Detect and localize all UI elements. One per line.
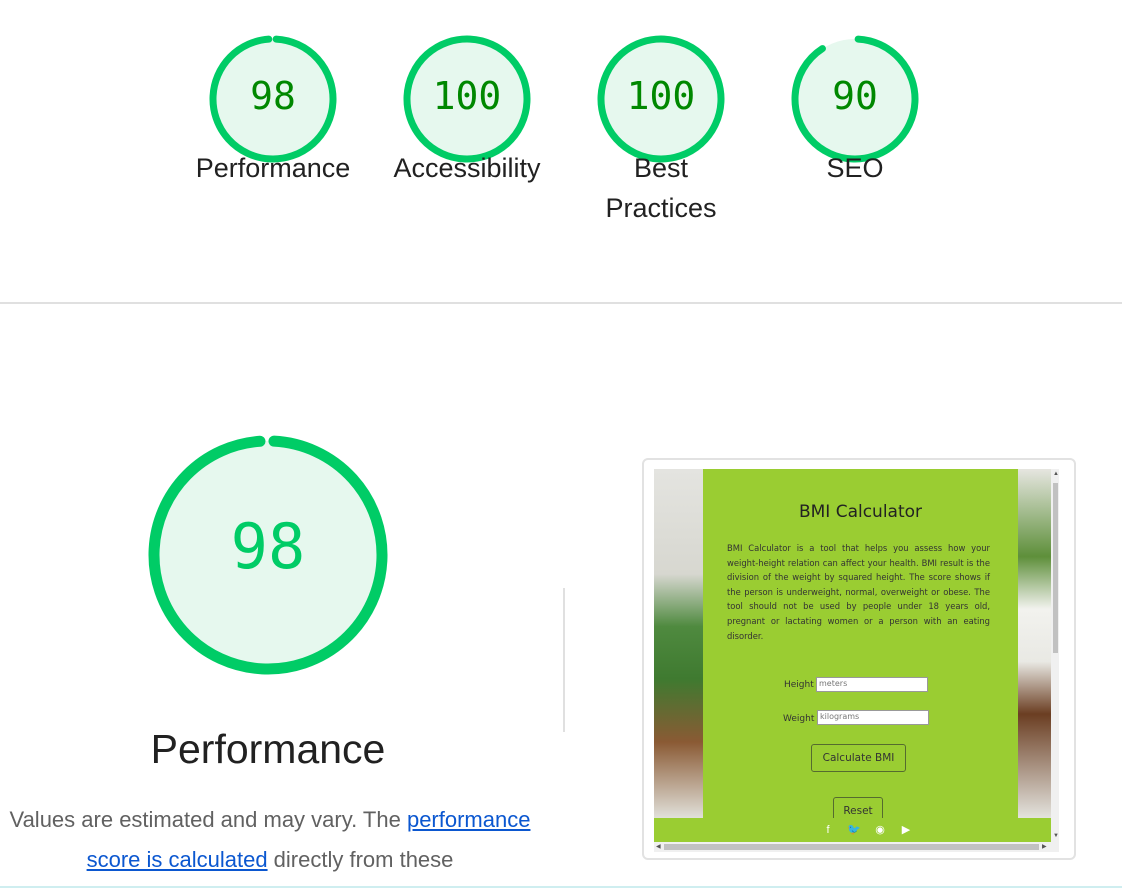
gauge-label-performance: Performance bbox=[195, 153, 351, 183]
bmi-panel: BMI Calculator BMI Calculator is a tool … bbox=[703, 469, 1018, 852]
scroll-down-arrow[interactable]: ▼ bbox=[1053, 833, 1059, 839]
vertical-scroll-thumb[interactable] bbox=[1053, 483, 1058, 653]
scroll-left-arrow[interactable]: ◀ bbox=[656, 843, 661, 850]
bmi-description: BMI Calculator is a tool that helps you … bbox=[727, 543, 990, 641]
height-label: Height bbox=[784, 680, 814, 690]
bmi-title: BMI Calculator bbox=[798, 502, 923, 522]
weight-input[interactable]: kilograms bbox=[817, 710, 929, 725]
performance-score-large: 98 bbox=[230, 510, 306, 583]
scroll-right-arrow[interactable]: ▶ bbox=[1042, 843, 1047, 850]
food-background-left bbox=[654, 469, 703, 819]
gauge-score: 98 bbox=[250, 74, 296, 118]
description-text: Values are estimated and may vary. The bbox=[9, 807, 407, 832]
gauge-score: 100 bbox=[432, 74, 502, 118]
gauge-performance[interactable]: 98 bbox=[208, 34, 338, 164]
calculate-bmi-button[interactable]: Calculate BMI bbox=[811, 744, 906, 772]
description-text-end: directly from these bbox=[267, 847, 454, 872]
twitter-icon[interactable]: 🐦 bbox=[846, 823, 862, 837]
gauge-seo[interactable]: 90 bbox=[790, 34, 920, 164]
bottom-divider bbox=[0, 886, 1122, 888]
gauge-label-accessibility: Accessibility bbox=[393, 153, 541, 183]
vertical-divider bbox=[563, 588, 565, 732]
final-screenshot[interactable]: BMI Calculator BMI Calculator is a tool … bbox=[642, 458, 1076, 860]
weight-label: Weight bbox=[783, 714, 815, 724]
gauge-label-best-practices: Best Practices bbox=[605, 153, 717, 223]
performance-description: Values are estimated and may vary. The p… bbox=[0, 800, 550, 880]
scroll-up-arrow[interactable]: ▲ bbox=[1053, 471, 1059, 477]
youtube-icon[interactable]: ▶ bbox=[898, 823, 914, 837]
gauge-label-seo: SEO bbox=[826, 153, 884, 183]
screenshot-viewport: BMI Calculator BMI Calculator is a tool … bbox=[654, 469, 1059, 852]
horizontal-scroll-thumb[interactable] bbox=[664, 844, 1039, 850]
gauge-score: 100 bbox=[626, 74, 696, 118]
height-input[interactable]: meters bbox=[816, 677, 928, 692]
section-divider bbox=[0, 302, 1122, 304]
gauge-score: 90 bbox=[832, 74, 878, 118]
gauge-accessibility[interactable]: 100 bbox=[402, 34, 532, 164]
performance-title: Performance bbox=[150, 726, 386, 772]
gauge-best-practices[interactable]: 100 bbox=[596, 34, 726, 164]
facebook-icon[interactable]: f bbox=[820, 823, 836, 837]
instagram-icon[interactable]: ◉ bbox=[872, 823, 888, 837]
